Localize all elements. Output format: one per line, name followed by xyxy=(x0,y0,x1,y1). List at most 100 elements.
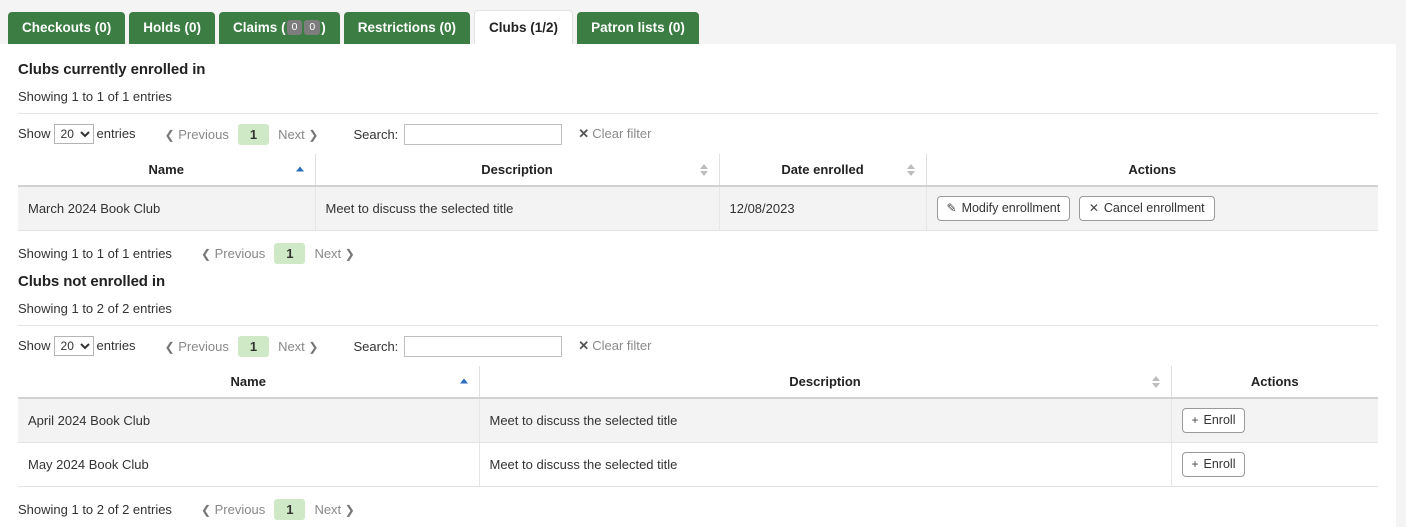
enrolled-pagination-bottom: ❮ Previous 1 Next ❯ xyxy=(194,243,362,264)
clubs-panel: Clubs currently enrolled in Showing 1 to… xyxy=(0,44,1396,527)
not-enrolled-next-button-bottom[interactable]: Next ❯ xyxy=(307,499,361,520)
chevron-left-icon: ❮ xyxy=(201,503,211,517)
not-enrolled-entries-label: entries xyxy=(97,338,136,353)
enrolled-page-length-select[interactable]: 20 xyxy=(54,124,94,144)
not-enrolled-column-description[interactable]: Description xyxy=(479,366,1171,398)
tab-patron-lists-label: Patron lists (0) xyxy=(591,20,685,35)
enrolled-next-button-top[interactable]: Next ❯ xyxy=(271,124,325,145)
tab-restrictions[interactable]: Restrictions (0) xyxy=(344,12,470,44)
table-row: May 2024 Book Club Meet to discuss the s… xyxy=(18,443,1378,487)
not-enrolled-previous-button-top[interactable]: ❮ Previous xyxy=(158,336,236,357)
enrolled-clubs-table: Name Description Date enrolled Actions M… xyxy=(18,154,1378,231)
enrolled-column-actions: Actions xyxy=(926,154,1378,186)
enrolled-showing-top: Showing 1 to 1 of 1 entries xyxy=(18,89,1378,104)
sort-none-icon xyxy=(1152,376,1161,388)
not-enrolled-clear-filter-button[interactable]: ✕Clear filter xyxy=(578,338,651,354)
plus-icon: + xyxy=(1192,413,1199,428)
enrolled-search-input[interactable] xyxy=(404,124,562,145)
enrolled-table-controls: Show20entries ❮ Previous 1 Next ❯ Search… xyxy=(18,113,1378,145)
chevron-left-icon: ❮ xyxy=(165,340,175,354)
chevron-right-icon: ❯ xyxy=(308,340,318,354)
not-enrolled-showing-top: Showing 1 to 2 of 2 entries xyxy=(18,301,1378,316)
tab-restrictions-label: Restrictions (0) xyxy=(358,20,456,35)
close-icon: ✕ xyxy=(578,338,589,353)
tab-patron-lists[interactable]: Patron lists (0) xyxy=(577,12,699,44)
not-enrolled-row-1-name: May 2024 Book Club xyxy=(18,443,479,487)
enrolled-pagination-top: ❮ Previous 1 Next ❯ xyxy=(158,124,326,145)
enrolled-next-button-bottom[interactable]: Next ❯ xyxy=(307,243,361,264)
enrolled-row-0-name: March 2024 Book Club xyxy=(18,186,315,231)
plus-icon: + xyxy=(1192,457,1199,472)
not-enrolled-page-1-button-top[interactable]: 1 xyxy=(238,336,269,357)
enrolled-previous-button-bottom[interactable]: ❮ Previous xyxy=(194,243,272,264)
tab-holds[interactable]: Holds (0) xyxy=(129,12,215,44)
not-enrolled-search-input[interactable] xyxy=(404,336,562,357)
not-enrolled-search-label: Search: xyxy=(353,339,398,354)
not-enrolled-table-footer: Showing 1 to 2 of 2 entries ❮ Previous 1… xyxy=(18,499,1378,524)
enroll-button[interactable]: +Enroll xyxy=(1182,408,1246,433)
table-row: April 2024 Book Club Meet to discuss the… xyxy=(18,398,1378,443)
chevron-right-icon: ❯ xyxy=(345,247,355,261)
enrolled-column-description[interactable]: Description xyxy=(315,154,719,186)
table-row: March 2024 Book Club Meet to discuss the… xyxy=(18,186,1378,231)
sort-none-icon xyxy=(907,164,916,176)
enrolled-table-header-row: Name Description Date enrolled Actions xyxy=(18,154,1378,186)
enrolled-clear-filter-button[interactable]: ✕Clear filter xyxy=(578,126,651,142)
not-enrolled-search-control: Search: ✕Clear filter xyxy=(353,336,651,357)
enrolled-row-0-date-enrolled: 12/08/2023 xyxy=(719,186,926,231)
sort-ascending-icon xyxy=(296,166,305,173)
tab-checkouts-label: Checkouts (0) xyxy=(22,20,111,35)
chevron-left-icon: ❮ xyxy=(201,247,211,261)
not-enrolled-clubs-table: Name Description Actions April 2024 Book… xyxy=(18,366,1378,487)
enrolled-table-footer: Showing 1 to 1 of 1 entries ❮ Previous 1… xyxy=(18,243,1378,268)
tab-claims-badge-2: 0 xyxy=(304,20,320,35)
not-enrolled-length-control: Show20entries xyxy=(18,336,136,356)
enrolled-showing-bottom: Showing 1 to 1 of 1 entries xyxy=(18,246,172,261)
not-enrolled-row-0-name: April 2024 Book Club xyxy=(18,398,479,443)
not-enrolled-previous-button-bottom[interactable]: ❮ Previous xyxy=(194,499,272,520)
not-enrolled-page-length-select[interactable]: 20 xyxy=(54,336,94,356)
cancel-enrollment-button[interactable]: ✕Cancel enrollment xyxy=(1079,196,1215,221)
enrolled-row-0-description: Meet to discuss the selected title xyxy=(315,186,719,231)
not-enrolled-row-0-description: Meet to discuss the selected title xyxy=(479,398,1171,443)
enroll-button[interactable]: +Enroll xyxy=(1182,452,1246,477)
enrolled-page-1-button-top[interactable]: 1 xyxy=(238,124,269,145)
chevron-left-icon: ❮ xyxy=(165,128,175,142)
not-enrolled-showing-bottom: Showing 1 to 2 of 2 entries xyxy=(18,502,172,517)
enrolled-entries-label: entries xyxy=(97,126,136,141)
tab-clubs[interactable]: Clubs (1/2) xyxy=(474,10,573,44)
close-icon: ✕ xyxy=(1089,201,1099,216)
not-enrolled-show-label: Show xyxy=(18,338,51,353)
tab-claims-badge-1: 0 xyxy=(287,20,303,35)
enrolled-column-name[interactable]: Name xyxy=(18,154,315,186)
sort-none-icon xyxy=(700,164,709,176)
not-enrolled-pagination-bottom: ❮ Previous 1 Next ❯ xyxy=(194,499,362,520)
enrolled-row-0-actions: ✎Modify enrollment ✕Cancel enrollment xyxy=(926,186,1378,231)
chevron-right-icon: ❯ xyxy=(345,503,355,517)
enrolled-column-date-enrolled[interactable]: Date enrolled xyxy=(719,154,926,186)
not-enrolled-page-1-button-bottom[interactable]: 1 xyxy=(274,499,305,520)
tab-claims-label: Claims xyxy=(233,20,277,35)
enrolled-page-1-button-bottom[interactable]: 1 xyxy=(274,243,305,264)
not-enrolled-table-controls: Show20entries ❮ Previous 1 Next ❯ Search… xyxy=(18,325,1378,357)
not-enrolled-row-1-description: Meet to discuss the selected title xyxy=(479,443,1171,487)
enrolled-search-label: Search: xyxy=(353,127,398,142)
tab-checkouts[interactable]: Checkouts (0) xyxy=(8,12,125,44)
not-enrolled-pagination-top: ❮ Previous 1 Next ❯ xyxy=(158,336,326,357)
not-enrolled-column-name[interactable]: Name xyxy=(18,366,479,398)
not-enrolled-next-button-top[interactable]: Next ❯ xyxy=(271,336,325,357)
not-enrolled-row-1-actions: +Enroll xyxy=(1171,443,1378,487)
chevron-right-icon: ❯ xyxy=(308,128,318,142)
enrolled-search-control: Search: ✕Clear filter xyxy=(353,124,651,145)
tab-clubs-label: Clubs (1/2) xyxy=(489,20,558,35)
close-icon: ✕ xyxy=(578,126,589,141)
not-enrolled-table-header-row: Name Description Actions xyxy=(18,366,1378,398)
enrolled-previous-button-top[interactable]: ❮ Previous xyxy=(158,124,236,145)
modify-enrollment-button[interactable]: ✎Modify enrollment xyxy=(937,196,1071,221)
patron-tabs: Checkouts (0) Holds (0) Claims (00) Rest… xyxy=(8,10,699,44)
pencil-icon: ✎ xyxy=(947,201,957,216)
sort-ascending-icon xyxy=(460,378,469,385)
patron-clubs-page: Checkouts (0) Holds (0) Claims (00) Rest… xyxy=(0,0,1406,527)
enrolled-section-title: Clubs currently enrolled in xyxy=(18,61,1378,78)
tab-claims[interactable]: Claims (00) xyxy=(219,12,340,44)
